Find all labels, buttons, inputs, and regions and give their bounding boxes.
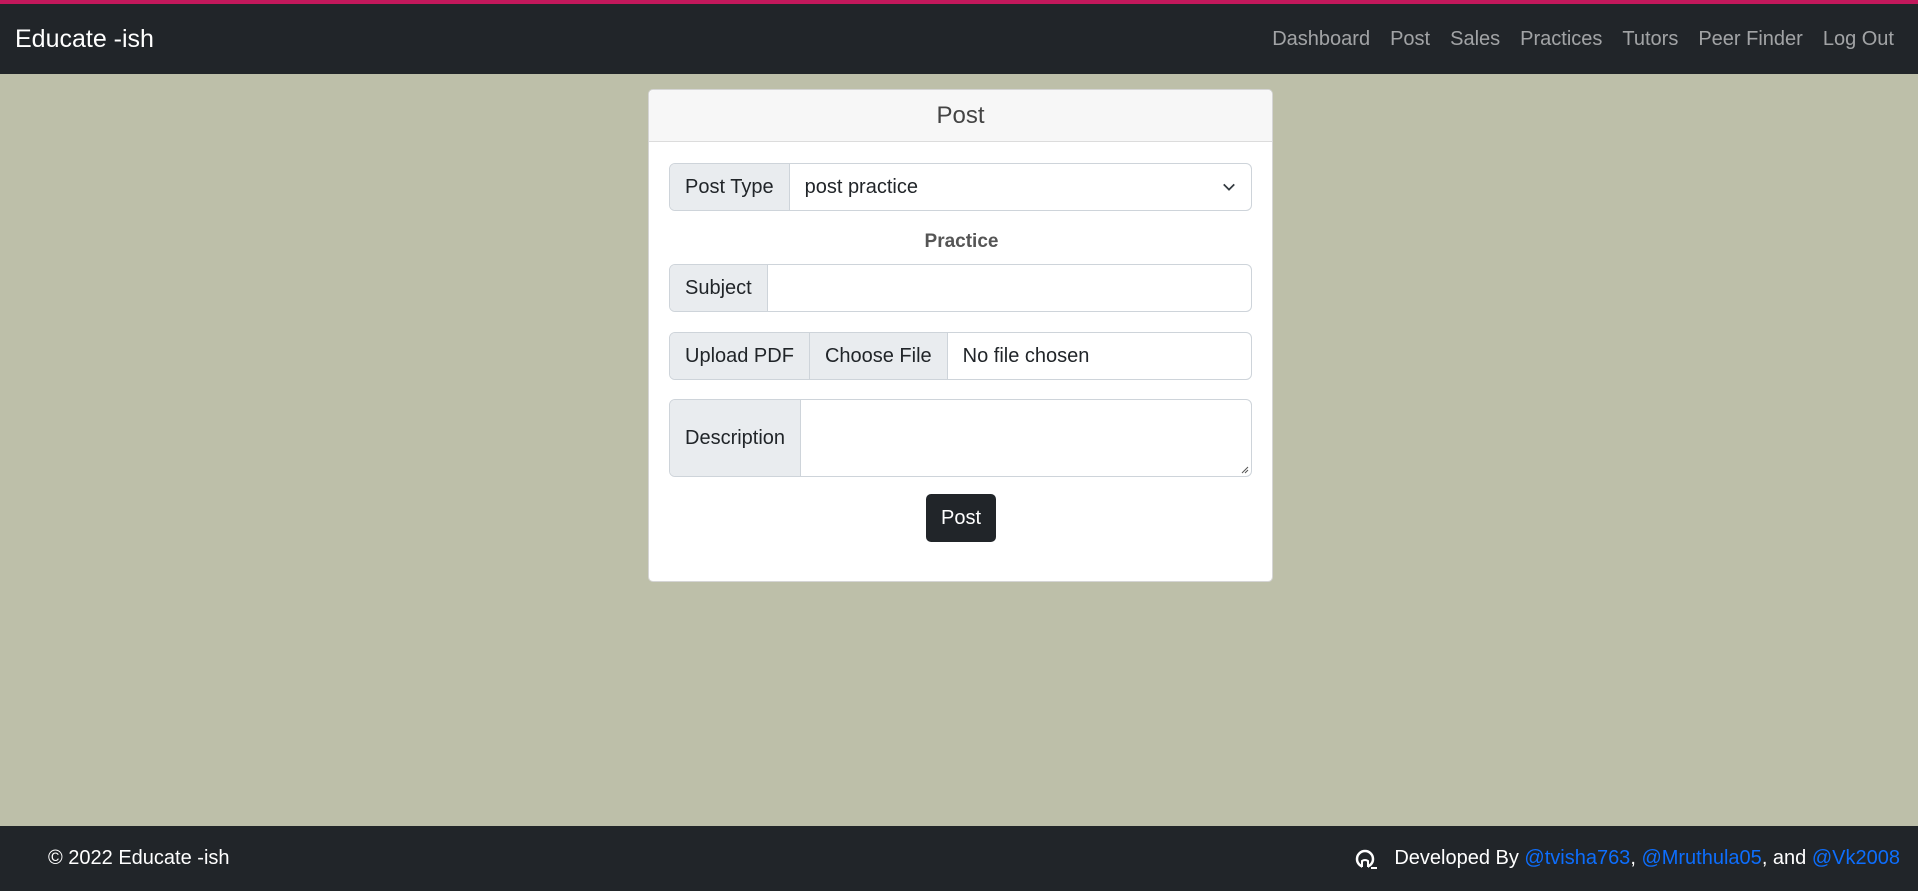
- subject-input[interactable]: [768, 265, 1251, 311]
- post-type-value: post practice: [804, 175, 918, 198]
- nav-sales[interactable]: Sales: [1450, 28, 1500, 51]
- navbar: Educate -ish Dashboard Post Sales Practi…: [0, 4, 1918, 74]
- chevron-down-icon: [1223, 183, 1235, 191]
- separator-2: , and: [1761, 847, 1812, 869]
- resize-grip-icon[interactable]: [1239, 464, 1249, 474]
- subject-group: Subject: [669, 264, 1252, 312]
- post-card: Post Post Type post practice Practice Su…: [648, 89, 1273, 582]
- nav-practices[interactable]: Practices: [1520, 28, 1602, 51]
- section-title: Practice: [924, 231, 999, 252]
- nav-log-out[interactable]: Log Out: [1823, 28, 1894, 51]
- dev-link-1[interactable]: @tvisha763: [1524, 847, 1630, 870]
- subject-label: Subject: [670, 265, 768, 311]
- nav-dashboard[interactable]: Dashboard: [1272, 28, 1370, 51]
- brand-logo[interactable]: Educate -ish: [15, 25, 154, 54]
- dev-link-3[interactable]: @Vk2008: [1812, 847, 1900, 870]
- developed-by-text: Developed By: [1394, 847, 1525, 869]
- footer: © 2022 Educate -ish Developed By @tvisha…: [0, 826, 1918, 891]
- nav-tutors[interactable]: Tutors: [1622, 28, 1678, 51]
- nav-peer-finder[interactable]: Peer Finder: [1698, 28, 1803, 51]
- dev-link-2[interactable]: @Mruthula05: [1641, 847, 1761, 870]
- separator-1: ,: [1630, 847, 1642, 869]
- github-icon[interactable]: [1354, 847, 1380, 871]
- post-type-group: Post Type post practice: [669, 163, 1252, 211]
- nav-post[interactable]: Post: [1390, 28, 1430, 51]
- file-status: No file chosen: [962, 344, 1090, 367]
- developer-credits: Developed By @tvisha763 , @Mruthula05 , …: [1354, 847, 1900, 871]
- post-type-select[interactable]: post practice: [790, 164, 1251, 210]
- nav-menu: Dashboard Post Sales Practices Tutors Pe…: [1272, 28, 1894, 51]
- upload-group: Upload PDF Choose File No file chosen: [669, 332, 1252, 380]
- copyright-text: © 2022 Educate -ish: [48, 847, 230, 869]
- post-type-label: Post Type: [670, 164, 790, 210]
- card-title: Post: [649, 90, 1272, 142]
- choose-file-button[interactable]: Choose File: [809, 333, 948, 379]
- description-textarea[interactable]: [801, 400, 1251, 476]
- upload-label: Upload PDF: [670, 333, 810, 379]
- description-label: Description: [670, 400, 802, 476]
- post-submit-button[interactable]: Post: [926, 494, 996, 542]
- description-group: Description: [669, 399, 1252, 477]
